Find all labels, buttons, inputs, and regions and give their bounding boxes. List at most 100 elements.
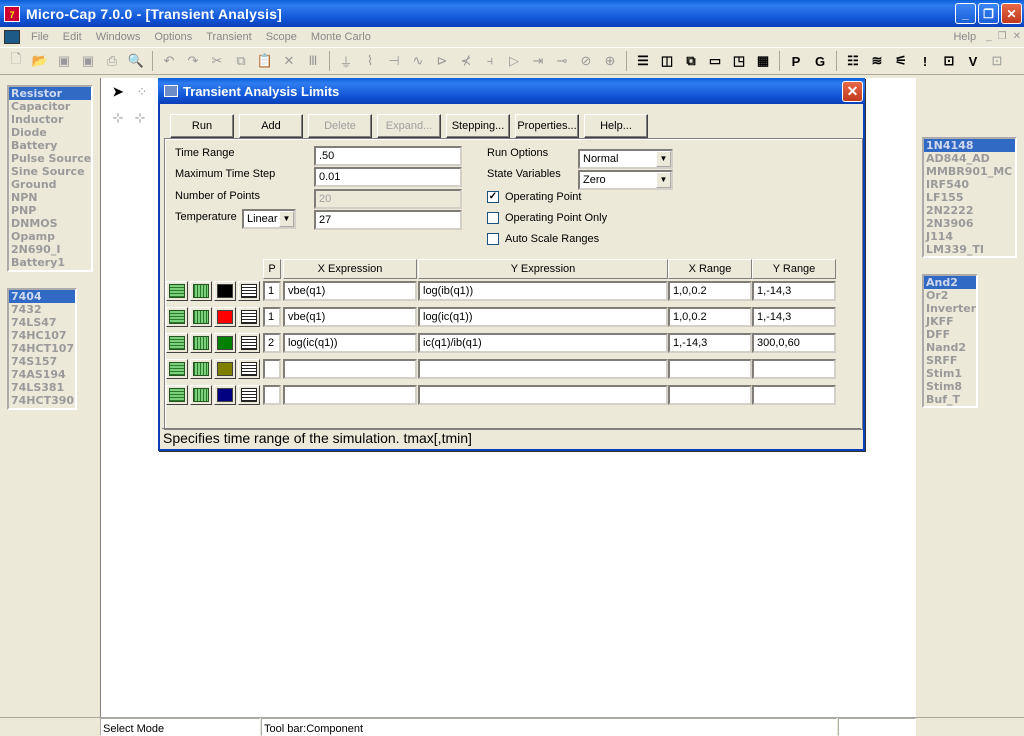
row-plot-button[interactable] [166, 307, 188, 327]
list-item[interactable]: DNMOS [9, 217, 91, 230]
num-points-input[interactable]: 20 [314, 189, 462, 209]
chevron-down-icon[interactable]: ▼ [279, 211, 294, 227]
mosfet-icon[interactable]: ⫞ [480, 51, 500, 71]
list-item[interactable]: PNP [9, 204, 91, 217]
chevron-down-icon[interactable]: ▼ [656, 172, 671, 188]
temperature-mode-select[interactable]: Linear ▼ [242, 209, 296, 229]
gate-list[interactable]: And2 Or2 Inverter JKFF DFF Nand2 SRFF St… [922, 274, 978, 408]
list-item[interactable]: DFF [924, 328, 976, 341]
row-plot-button[interactable] [190, 359, 212, 379]
row-x-cell[interactable]: log(ic(q1)) [283, 333, 417, 353]
list-item[interactable]: Diode [9, 126, 91, 139]
menu-windows[interactable]: Windows [89, 31, 148, 43]
row-p-cell[interactable]: 1 [263, 281, 281, 301]
buffer-icon[interactable]: ⇥ [528, 51, 548, 71]
wave-icon[interactable]: ≋ [867, 51, 887, 71]
operating-point-only-checkbox[interactable]: Operating Point Only [487, 212, 607, 224]
menu-edit[interactable]: Edit [56, 31, 89, 43]
mdi-minimize-icon[interactable]: _ [983, 31, 995, 42]
row-xrange-cell[interactable]: 1,0,0.2 [668, 307, 752, 327]
row-table-button[interactable] [238, 359, 260, 379]
row-x-cell[interactable] [283, 359, 417, 379]
list-item[interactable]: Ground [9, 178, 91, 191]
mdi-restore-icon[interactable]: ❐ [995, 31, 1010, 42]
vx-icon[interactable]: V [963, 51, 983, 71]
save-all-icon[interactable]: ▣ [78, 51, 98, 71]
list-item[interactable]: MMBR901_MC [924, 165, 1015, 178]
row-xrange-cell[interactable] [668, 385, 752, 405]
state-vars-select[interactable]: Zero ▼ [578, 170, 673, 190]
stepping-button[interactable]: Stepping... [446, 114, 510, 138]
list-item[interactable]: 74LS381 [9, 381, 75, 394]
menu-file[interactable]: File [24, 31, 56, 43]
menu-scope[interactable]: Scope [259, 31, 304, 43]
row-y-cell[interactable]: ic(q1)/ib(q1) [418, 333, 668, 353]
switch-icon[interactable]: ⊸ [552, 51, 572, 71]
row-yrange-cell[interactable]: 1,-14,3 [752, 281, 836, 301]
cut-icon[interactable]: ✂ [207, 51, 227, 71]
list-item[interactable]: 2N3906 [924, 217, 1015, 230]
component-list[interactable]: Resistor Capacitor Inductor Diode Batter… [7, 85, 93, 272]
grid-icon[interactable]: ⁘ [132, 82, 152, 102]
list-item[interactable]: 74HCT390 [9, 394, 75, 407]
restore-button[interactable]: ❐ [978, 3, 999, 24]
list-item[interactable]: Battery1 [9, 256, 91, 269]
list-item[interactable]: Inductor [9, 113, 91, 126]
list-item[interactable]: 74HC107 [9, 329, 75, 342]
list-item[interactable]: SRFF [924, 354, 976, 367]
copy-icon[interactable]: ⧉ [231, 51, 251, 71]
temperature-input[interactable]: 27 [314, 210, 462, 230]
row-plot-button[interactable] [166, 385, 188, 405]
list-item[interactable]: IRF540 [924, 178, 1015, 191]
row-p-cell[interactable]: 1 [263, 307, 281, 327]
list-item[interactable]: And2 [924, 276, 976, 289]
source-icon[interactable]: ⊘ [576, 51, 596, 71]
list-item[interactable]: J114 [924, 230, 1015, 243]
document-icon[interactable] [4, 29, 20, 44]
list-item[interactable]: Battery [9, 139, 91, 152]
tile-vertical-icon[interactable]: ◫ [657, 51, 677, 71]
row-p-cell[interactable]: 2 [263, 333, 281, 353]
row-color-button[interactable] [214, 359, 236, 379]
list-item[interactable]: LM339_TI [924, 243, 1015, 256]
transistor-icon[interactable]: ⊀ [456, 51, 476, 71]
part-list[interactable]: 1N4148 AD844_AD MMBR901_MC IRF540 LF155 … [922, 137, 1017, 258]
mdi-close-icon[interactable]: ✕ [1010, 31, 1024, 42]
diode-icon[interactable]: ⊳ [432, 51, 452, 71]
row-y-cell[interactable]: log(ib(q1)) [418, 281, 668, 301]
list-item[interactable]: Opamp [9, 230, 91, 243]
menu-monte-carlo[interactable]: Monte Carlo [304, 31, 378, 43]
list-item[interactable]: AD844_AD [924, 152, 1015, 165]
print-preview-icon[interactable]: 🔍 [126, 51, 146, 71]
list-item[interactable]: LF155 [924, 191, 1015, 204]
checkbox-checked-icon[interactable]: ✓ [487, 191, 499, 203]
undo-icon[interactable]: ↶ [159, 51, 179, 71]
minimize-button[interactable]: _ [955, 3, 976, 24]
list-item[interactable]: 2N2222 [924, 204, 1015, 217]
row-plot-button[interactable] [190, 333, 212, 353]
checkbox-icon[interactable] [487, 233, 499, 245]
list-item[interactable]: 7432 [9, 303, 75, 316]
row-yrange-cell[interactable] [752, 385, 836, 405]
row-plot-button[interactable] [166, 359, 188, 379]
operating-point-checkbox[interactable]: ✓ Operating Point [487, 191, 581, 203]
chevron-down-icon[interactable]: ▼ [656, 151, 671, 167]
disabled-frame-icon[interactable]: ⊡ [987, 51, 1007, 71]
list-item[interactable]: 2N690_I [9, 243, 91, 256]
row-plot-button[interactable] [190, 281, 212, 301]
row-color-button[interactable] [214, 281, 236, 301]
delete-icon[interactable]: ✕ [279, 51, 299, 71]
list-item[interactable]: Capacitor [9, 100, 91, 113]
run-options-select[interactable]: Normal ▼ [578, 149, 673, 169]
row-plot-button[interactable] [166, 333, 188, 353]
row-xrange-cell[interactable]: 1,-14,3 [668, 333, 752, 353]
menu-help[interactable]: Help [946, 31, 983, 43]
row-plot-button[interactable] [166, 281, 188, 301]
cascade-icon[interactable]: ⧉ [681, 51, 701, 71]
delete-button[interactable]: Delete [308, 114, 372, 138]
new-file-icon[interactable]: 🗋 [6, 51, 26, 71]
time-range-input[interactable]: .50 [314, 146, 462, 166]
list-item[interactable]: Sine Source [9, 165, 91, 178]
text-icon[interactable]: Ⅲ [303, 51, 323, 71]
list-item[interactable]: 1N4148 [924, 139, 1015, 152]
